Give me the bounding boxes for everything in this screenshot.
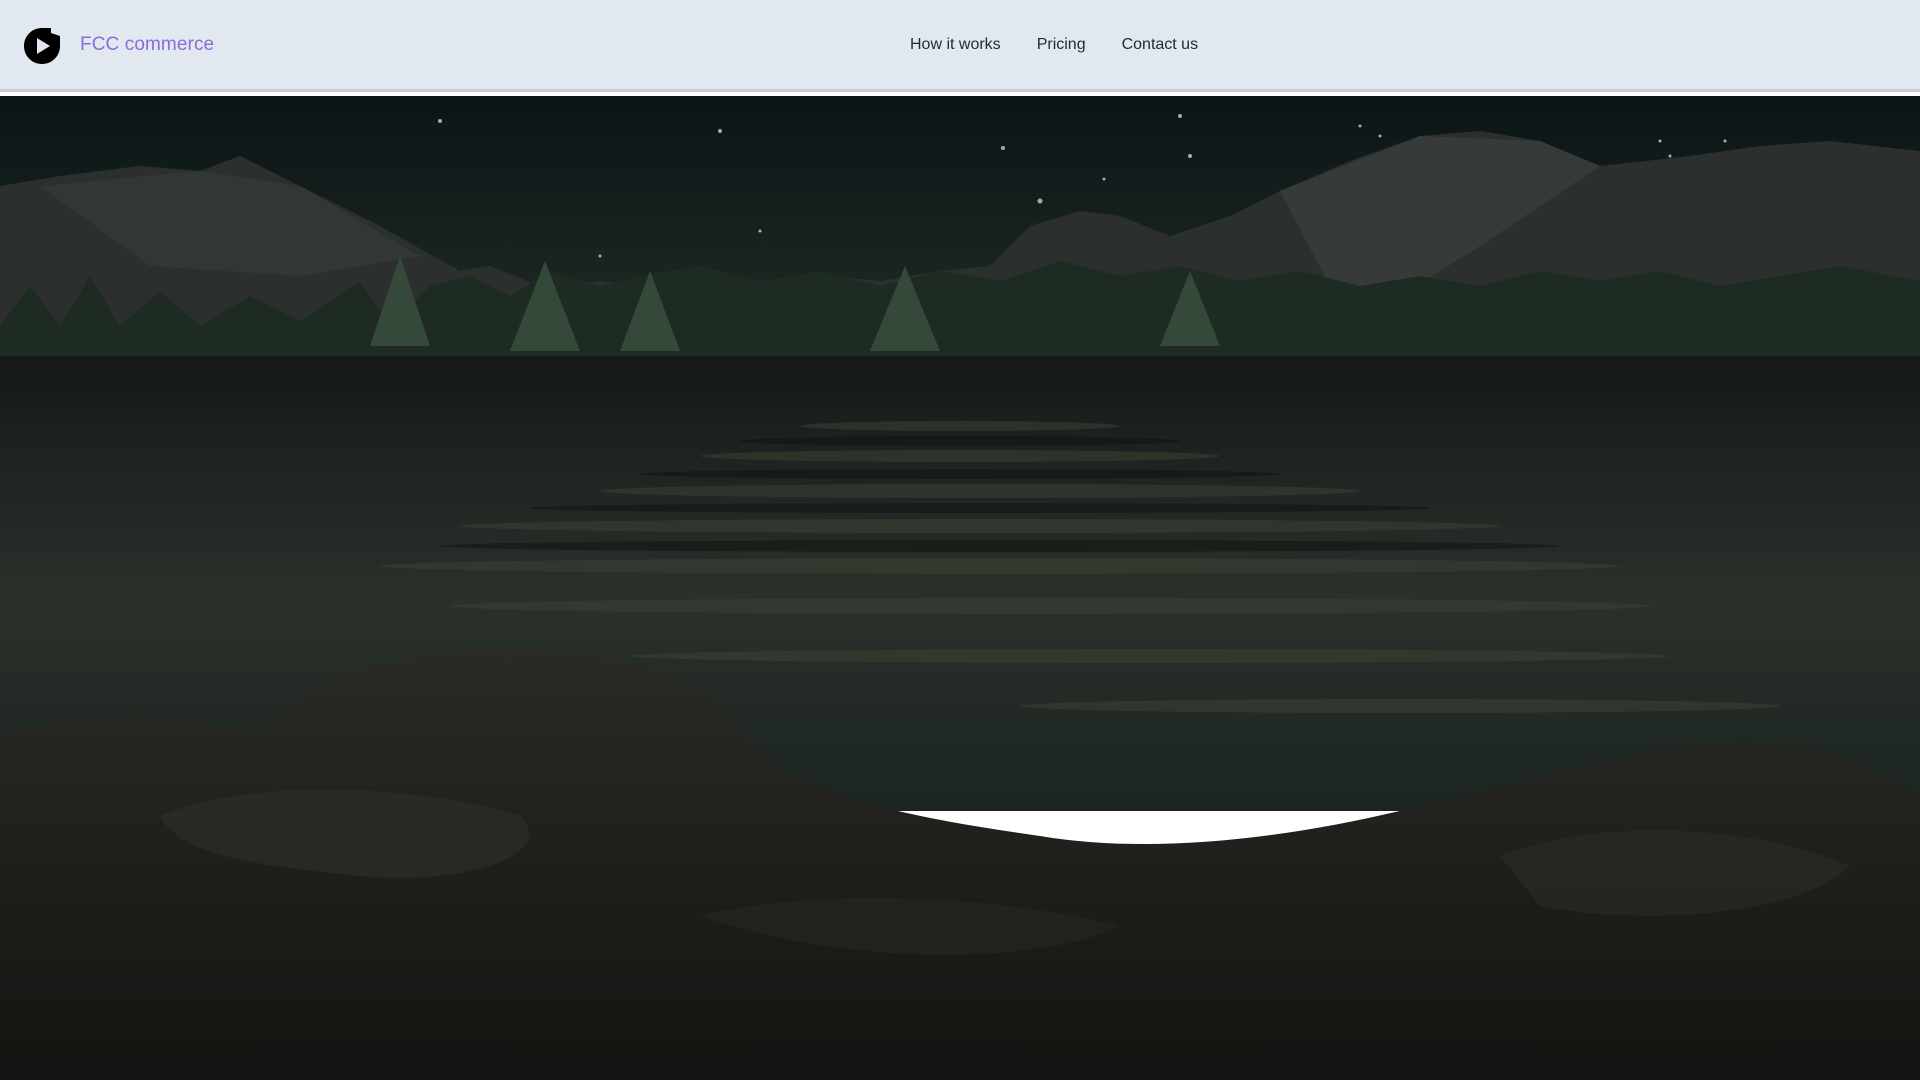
nav-link-pricing[interactable]: Pricing — [1037, 36, 1086, 54]
brand-home-link[interactable]: FCC commerce — [22, 24, 214, 66]
hero-background-video — [0, 96, 1920, 1080]
night-lake-landscape-image — [0, 96, 1920, 1080]
play-circle-logo-icon — [24, 28, 60, 64]
brand-name: FCC commerce — [80, 34, 215, 55]
top-navigation-bar: FCC commerce How it works Pricing Contac… — [0, 0, 1920, 89]
nav-link-contact-us[interactable]: Contact us — [1122, 36, 1198, 54]
main-nav: How it works Pricing Contact us — [910, 0, 1198, 89]
nav-link-how-it-works[interactable]: How it works — [910, 36, 1001, 54]
